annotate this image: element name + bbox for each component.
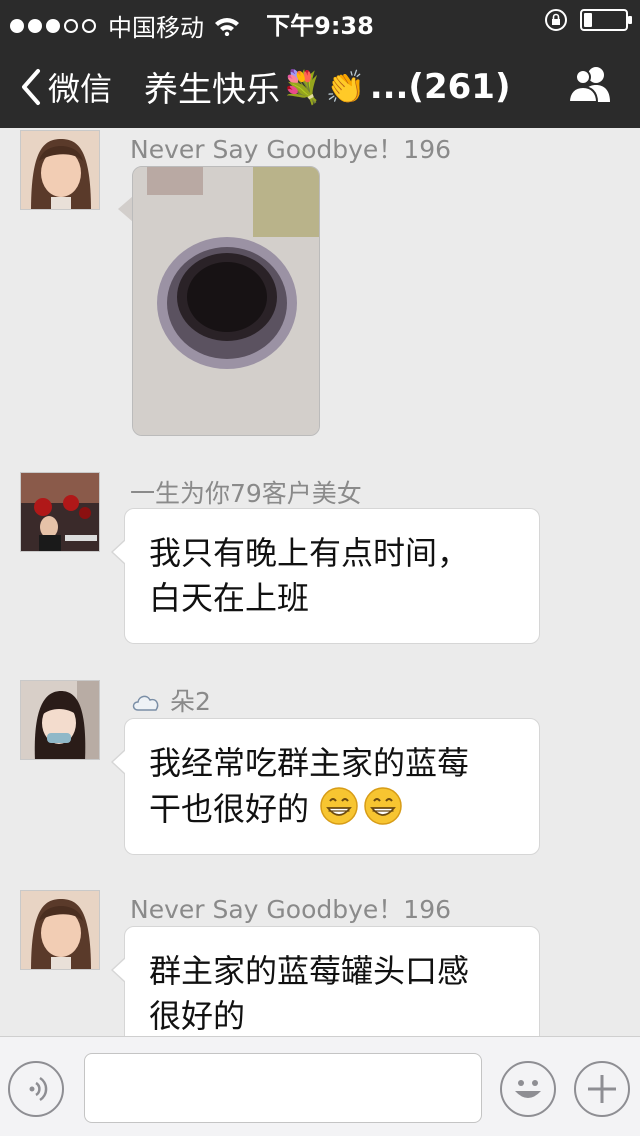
- battery-level: [584, 13, 592, 27]
- voice-button[interactable]: [8, 1061, 64, 1117]
- input-bar: [0, 1036, 640, 1136]
- plus-icon: [588, 1075, 616, 1103]
- chevron-left-icon: [22, 69, 40, 105]
- message-bubble[interactable]: 我只有晚上有点时间， 白天在上班: [111, 508, 540, 644]
- group-members-icon[interactable]: [566, 64, 614, 104]
- avatar[interactable]: [20, 472, 100, 552]
- clapping-hands-icon: 👏: [325, 67, 366, 106]
- bubble-tail: [118, 196, 133, 222]
- back-label: 微信: [48, 70, 113, 108]
- nav-bar: 微信 养生快乐 💐 👏 ...(261): [0, 40, 640, 128]
- sender-name: 一生为你79客户美女: [130, 479, 362, 508]
- chat-title-text: 养生快乐: [144, 70, 280, 110]
- grinning-face-icon: [364, 787, 402, 825]
- message-text-line: 干也很好的: [149, 786, 515, 832]
- avatar[interactable]: [20, 680, 100, 760]
- more-button[interactable]: [574, 1061, 630, 1117]
- message-item: Never Say Goodbye！196 群主家的蓝莓罐头口感 很好的: [0, 888, 640, 1036]
- sender-name-text: 朵2: [169, 687, 211, 716]
- back-button[interactable]: 微信: [18, 64, 112, 110]
- message-text: 干也很好的: [149, 790, 310, 828]
- grinning-face-icon: [320, 787, 358, 825]
- avatar[interactable]: [20, 890, 100, 970]
- sender-name: 朵2: [130, 682, 211, 718]
- message-text-line: 我经常吃群主家的蓝莓: [149, 744, 470, 782]
- emoji-button[interactable]: [500, 1061, 556, 1117]
- message-item: Never Say Goodbye！196: [0, 128, 640, 458]
- top-bar: 中国移动 下午9:38 微信 养生快乐 💐 👏 ...(261): [0, 0, 640, 128]
- message-text-line: 我只有晚上有点时间，: [149, 534, 470, 572]
- message-text-line: 很好的: [149, 997, 246, 1035]
- emoji-icon: [515, 1080, 541, 1098]
- sender-name: Never Say Goodbye！196: [130, 895, 452, 924]
- avatar[interactable]: [20, 130, 100, 210]
- chat-messages[interactable]: Never Say Goodbye！196 一生为你79客户美女 我只有晚上有点…: [0, 128, 640, 1036]
- message-input[interactable]: [84, 1053, 482, 1123]
- sender-name: Never Say Goodbye！196: [130, 135, 452, 164]
- image-message[interactable]: [132, 166, 320, 436]
- voice-icon: [29, 1076, 48, 1102]
- message-bubble[interactable]: 我经常吃群主家的蓝莓 干也很好的: [111, 718, 540, 855]
- status-bar: 中国移动 下午9:38: [0, 0, 640, 42]
- message-item: 朵2 我经常吃群主家的蓝莓 干也很好的: [0, 680, 640, 855]
- rotation-lock-icon: [545, 9, 567, 31]
- message-text-line: 白天在上班: [149, 579, 310, 617]
- message-text-line: 群主家的蓝莓罐头口感: [149, 952, 470, 990]
- battery-icon: [580, 9, 632, 31]
- chat-title: 养生快乐 💐 👏 ...(261): [144, 62, 511, 111]
- bouquet-icon: 💐: [282, 67, 322, 106]
- message-item: 一生为你79客户美女 我只有晚上有点时间， 白天在上班: [0, 470, 640, 644]
- message-bubble[interactable]: 群主家的蓝莓罐头口感 很好的: [111, 926, 540, 1036]
- cloud-icon: [132, 695, 159, 711]
- member-count: ...(261): [369, 66, 511, 107]
